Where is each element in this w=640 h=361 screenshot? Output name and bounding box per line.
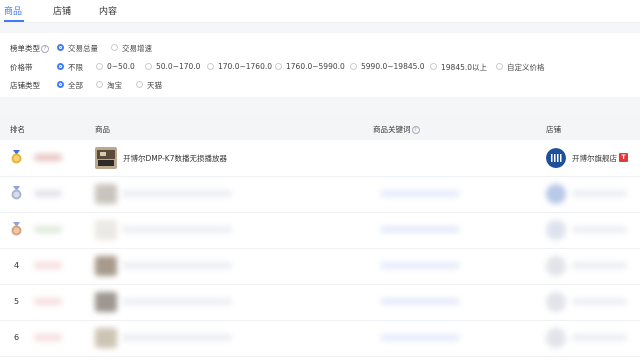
blurred-value [34,226,62,233]
radio-unchecked-icon [136,81,143,88]
blurred-product-name [122,262,232,269]
option-label: 天猫 [147,81,162,90]
option-label: 全部 [68,81,83,90]
blurred-thumbnail [95,184,117,204]
blurred-shop-logo [546,184,566,204]
radio-unchecked-icon [350,63,357,70]
product-image-icon [95,147,117,169]
price-band-label: 价格带 [10,63,33,72]
blurred-value [34,334,62,341]
table-row[interactable] [0,212,640,249]
shop-type-label: 店铺类型 [10,81,40,90]
filter-row-shop-type: 店铺类型 全部 淘宝 天猫 [0,78,640,92]
blurred-shop-name [572,334,627,341]
blurred-thumbnail [95,328,117,348]
blurred-keywords [380,226,460,233]
blurred-keywords [380,190,460,197]
table-row[interactable]: 4 [0,248,640,285]
option-label: 0~50.0 [107,62,135,71]
column-header-product: 商品 [95,125,110,134]
blurred-value [34,298,62,305]
blurred-value [34,154,62,161]
radio-unchecked-icon [96,81,103,88]
radio-unchecked-icon [96,63,103,70]
radio-checked-icon [57,63,64,70]
info-icon[interactable]: ? [411,126,420,134]
blurred-keywords [380,334,460,341]
option-label: 50.0~170.0 [156,62,201,71]
radio-checked-icon [57,81,64,88]
tmall-badge-icon: T [619,153,628,162]
radio-unchecked-icon [496,63,503,70]
filter-row-price-band: 价格带 不限 0~50.0 50.0~170.0 170.0~1760.0 17… [0,60,640,74]
rank-number: 5 [14,297,20,306]
blurred-value [34,262,62,269]
blurred-shop-name [572,262,627,269]
shop-name-link[interactable]: 开博尔旗舰店 [572,153,617,164]
option-label: 交易总量 [68,44,98,53]
radio-unchecked-icon [207,63,214,70]
blurred-product-name [122,334,232,341]
blurred-product-name [122,298,232,305]
blurred-thumbnail [95,256,117,276]
blurred-shop-logo [546,328,566,348]
info-icon[interactable]: ? [41,45,49,53]
radio-unchecked-icon [145,63,152,70]
tab-bar: 商品 店铺 内容 [0,0,640,22]
silver-medal-icon [11,186,22,200]
option-label: 19845.0以上 [441,63,488,72]
kaiboer-logo-icon [546,148,566,168]
blurred-keywords [380,298,460,305]
filter-panel: 榜单类型? 交易总量 交易增速 价格带 不限 0~50.0 50.0~170.0… [0,33,640,97]
blurred-shop-logo [546,292,566,312]
blurred-value [34,190,62,197]
rank-number: 4 [14,261,20,270]
blurred-shop-name [572,226,627,233]
tab-shops[interactable]: 店铺 [53,4,71,17]
blurred-keywords [380,262,460,269]
option-label: 交易增速 [122,44,152,53]
radio-checked-icon [57,44,64,51]
option-label: 自定义价格 [507,63,545,72]
tab-divider [0,22,640,23]
blurred-thumbnail [95,292,117,312]
option-label: 不限 [68,63,83,72]
rank-number: 6 [14,333,20,342]
gold-medal-icon [11,150,22,164]
filter-row-ranking-type: 榜单类型? 交易总量 交易增速 [0,41,640,55]
option-label: 1760.0~5990.0 [286,62,345,71]
radio-unchecked-icon [275,63,282,70]
table-row[interactable]: 5 [0,284,640,321]
radio-unchecked-icon [111,44,118,51]
tab-content[interactable]: 内容 [99,4,117,17]
blurred-shop-name [572,190,627,197]
blurred-product-name [122,226,232,233]
tab-products[interactable]: 商品 [4,4,22,17]
blurred-thumbnail [95,220,117,240]
option-label: 170.0~1760.0 [218,62,272,71]
radio-unchecked-icon [430,63,437,70]
option-label: 淘宝 [107,81,122,90]
table-row[interactable]: 开博尔DMP-K7数播无损播放器 开博尔旗舰店 T [0,140,640,177]
column-header-rank: 排名 [10,125,25,134]
product-thumbnail[interactable] [95,147,117,169]
table-header: 排名 商品 商品关键词? 店铺 [0,116,640,140]
ranking-table: 排名 商品 商品关键词? 店铺 开博尔DMP-K7数播无损播放器 开博尔旗舰店 … [0,116,640,361]
option-label: 5990.0~19845.0 [361,62,425,71]
table-row[interactable] [0,176,640,213]
blurred-product-name [122,190,232,197]
blurred-shop-logo [546,220,566,240]
product-name-link[interactable]: 开博尔DMP-K7数播无损播放器 [123,153,227,164]
blurred-shop-name [572,298,627,305]
table-row[interactable]: 6 [0,320,640,357]
ranking-type-label: 榜单类型? [10,43,49,54]
bronze-medal-icon [11,222,22,236]
column-header-shop: 店铺 [546,125,561,134]
shop-logo[interactable] [546,148,566,168]
column-header-keywords: 商品关键词? [373,124,420,135]
blurred-shop-logo [546,256,566,276]
